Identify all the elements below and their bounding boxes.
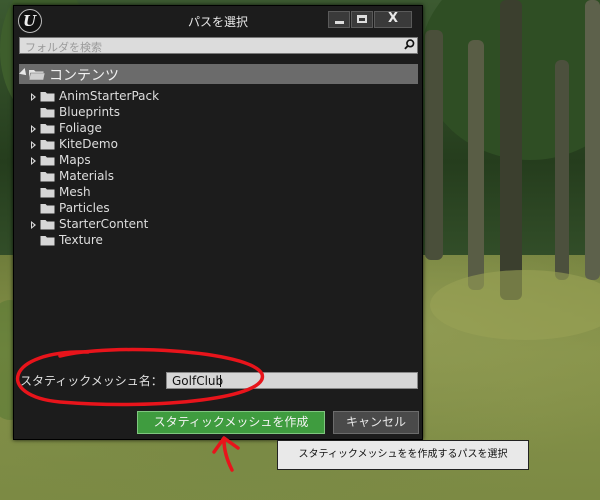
close-icon: X	[387, 11, 399, 26]
tree-item[interactable]: StarterContent	[19, 217, 418, 233]
folder-icon	[40, 108, 55, 118]
minimize-icon	[335, 21, 344, 24]
mesh-name-input[interactable]: GolfClub	[166, 372, 418, 389]
maximize-button[interactable]	[351, 11, 373, 28]
folder-icon	[40, 156, 55, 166]
expand-arrow-icon[interactable]	[31, 141, 36, 149]
tree-item[interactable]: Foliage	[19, 121, 418, 137]
tree-item-label: AnimStarterPack	[59, 89, 160, 103]
tree-trunk	[585, 0, 600, 280]
search-icon[interactable]	[404, 39, 415, 50]
tree-item-label: KiteDemo	[59, 137, 118, 151]
expand-arrow-icon[interactable]	[31, 157, 36, 165]
tree-item-label: Blueprints	[59, 105, 121, 119]
tree-item[interactable]: Blueprints	[19, 105, 418, 121]
tree-item[interactable]: KiteDemo	[19, 137, 418, 153]
tree-item-label: Texture	[59, 233, 103, 247]
window-controls: X	[328, 11, 412, 29]
folder-icon	[40, 236, 55, 246]
folder-open-icon	[28, 70, 46, 81]
folder-icon	[40, 188, 55, 198]
tree-item[interactable]: Maps	[19, 153, 418, 169]
tree-item-label: Maps	[59, 153, 91, 167]
tree-trunk	[468, 40, 484, 290]
title-bar[interactable]: U パスを選択 X	[14, 6, 422, 36]
search-placeholder: フォルダを検索	[25, 41, 102, 54]
tree-item-label: Materials	[59, 169, 115, 183]
create-static-mesh-button[interactable]: スタティックメッシュを作成	[137, 411, 325, 434]
minimize-button[interactable]	[328, 11, 350, 28]
tree-item[interactable]: Particles	[19, 201, 418, 217]
tree-item-label: Particles	[59, 201, 110, 215]
tree-item[interactable]: Mesh	[19, 185, 418, 201]
tree-trunk	[555, 60, 569, 280]
select-path-dialog: U パスを選択 X フォルダを検索 コンテンツ AnimStarterPack B…	[13, 5, 423, 440]
folder-icon	[40, 92, 55, 102]
folder-icon	[40, 140, 55, 150]
close-button[interactable]: X	[374, 11, 412, 28]
tooltip: スタティックメッシュをを作成するパスを選択	[277, 440, 529, 470]
folder-search-input[interactable]: フォルダを検索	[19, 37, 418, 54]
tree-trunk	[500, 0, 522, 300]
expand-arrow-icon[interactable]	[31, 221, 36, 229]
tree-item[interactable]: Texture	[19, 233, 418, 249]
text-caret	[220, 375, 221, 387]
tree-root-label: コンテンツ	[49, 68, 119, 84]
folder-tree: コンテンツ AnimStarterPack Blueprints Foliage Ki…	[19, 64, 418, 354]
tree-trunk	[425, 30, 443, 260]
tree-item-label: StarterContent	[59, 217, 149, 231]
tree-item[interactable]: AnimStarterPack	[19, 89, 418, 105]
tree-item[interactable]: Materials	[19, 169, 418, 185]
mesh-name-label: スタティックメッシュ名：	[20, 374, 163, 388]
folder-icon	[40, 204, 55, 214]
mesh-name-value: GolfClub	[172, 374, 224, 388]
cancel-button[interactable]: キャンセル	[333, 411, 419, 434]
folder-icon	[40, 172, 55, 182]
tree-root-content[interactable]: コンテンツ	[19, 64, 418, 84]
tree-item-label: Mesh	[59, 185, 91, 199]
folder-icon	[40, 124, 55, 134]
maximize-icon	[357, 15, 367, 23]
expand-arrow-icon[interactable]	[31, 125, 36, 133]
expand-arrow-icon[interactable]	[31, 93, 36, 101]
folder-icon	[40, 220, 55, 230]
tree-item-label: Foliage	[59, 121, 102, 135]
